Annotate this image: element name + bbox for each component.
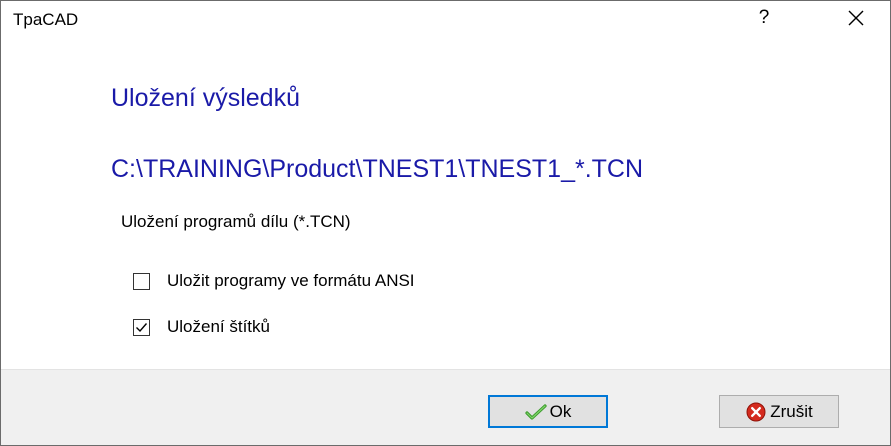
cancel-button-label: Zrušit: [770, 401, 813, 421]
title-bar[interactable]: TpaCAD ?: [1, 1, 890, 35]
ansi-checkbox-label[interactable]: Uložit programy ve formátu ANSI: [167, 271, 415, 291]
section-label: Uložení programů dílu (*.TCN): [121, 212, 351, 231]
dialog-heading: Uložení výsledků: [111, 84, 300, 112]
ansi-checkbox[interactable]: [133, 272, 150, 290]
dialog-window: TpaCAD ? Uložení výsledků C:\TRAINING\Pr…: [0, 0, 891, 446]
close-button[interactable]: [833, 1, 879, 35]
green-check-icon: [525, 401, 547, 423]
output-path: C:\TRAINING\Product\TNEST1\TNEST1_*.TCN: [111, 155, 644, 183]
help-icon: ?: [758, 7, 770, 28]
ok-button-label: Ok: [549, 401, 572, 421]
window-title: TpaCAD: [13, 10, 79, 29]
close-icon: [848, 10, 864, 26]
option-ansi-row[interactable]: Uložit programy ve formátu ANSI: [133, 270, 415, 292]
ok-button[interactable]: Ok: [488, 395, 608, 428]
red-x-icon: [745, 401, 767, 423]
option-labels-row[interactable]: Uložení štítků: [133, 316, 270, 338]
button-bar: Ok Zrušit: [1, 369, 890, 445]
cancel-button[interactable]: Zrušit: [719, 395, 839, 428]
labels-checkbox-label[interactable]: Uložení štítků: [167, 317, 270, 337]
checkmark-icon: [136, 322, 148, 332]
labels-checkbox[interactable]: [133, 318, 150, 336]
help-button[interactable]: ?: [741, 1, 787, 35]
